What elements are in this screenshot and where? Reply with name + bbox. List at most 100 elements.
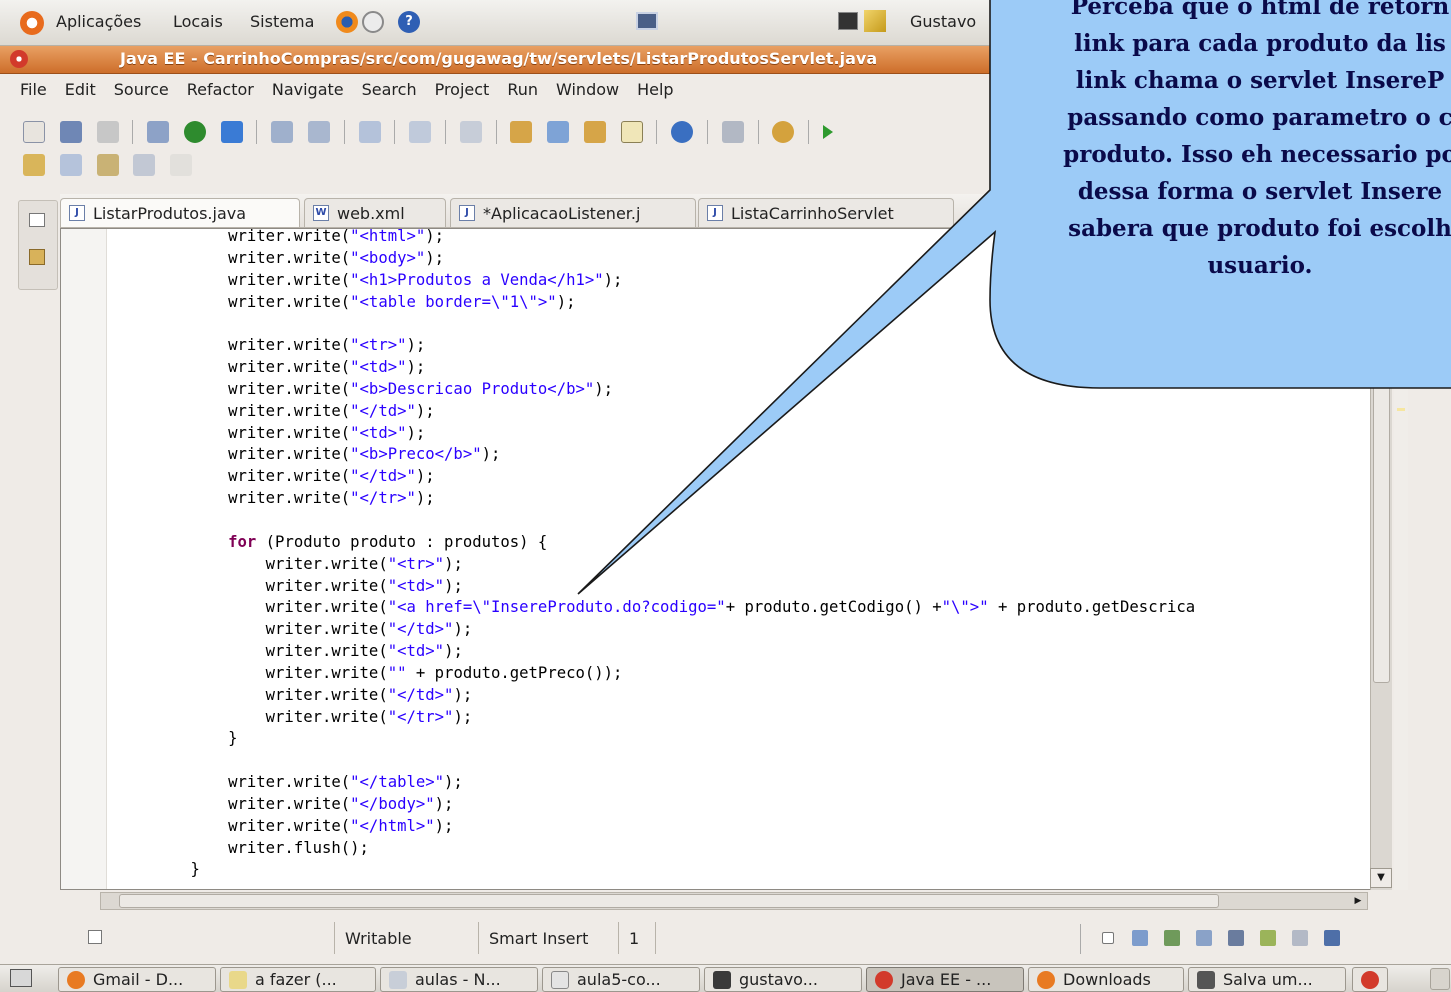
mark-occurrences-icon[interactable] <box>620 121 643 143</box>
restore-icon[interactable] <box>1102 932 1114 944</box>
restore-icon[interactable] <box>29 213 45 227</box>
code-line[interactable]: writer.write("</td>"); <box>153 401 1391 423</box>
menu-aplicacoes[interactable]: Aplicações <box>56 12 141 31</box>
code-line[interactable]: writer.write("<table border=\"1\">"); <box>153 292 1391 314</box>
console-view-icon[interactable] <box>1196 930 1212 946</box>
code-line[interactable] <box>153 313 1391 335</box>
last-edit-icon[interactable] <box>96 154 119 176</box>
package-explorer-icon[interactable] <box>29 249 45 265</box>
new-class-icon[interactable] <box>308 121 331 143</box>
menu-source[interactable]: Source <box>114 80 169 99</box>
play-icon[interactable] <box>822 125 833 139</box>
deploy-icon[interactable] <box>459 121 482 143</box>
server-icon[interactable] <box>409 121 432 143</box>
code-line[interactable]: for (Produto produto : produtos) { <box>153 532 1391 554</box>
menu-edit[interactable]: Edit <box>65 80 96 99</box>
code-line[interactable]: writer.write("</table>"); <box>153 772 1391 794</box>
code-line[interactable]: } <box>153 859 1391 881</box>
menu-refactor[interactable]: Refactor <box>187 80 254 99</box>
mail-icon[interactable] <box>362 11 384 33</box>
user-name[interactable]: Gustavo <box>910 12 976 31</box>
code-line[interactable]: writer.write("</html>"); <box>153 816 1391 838</box>
new-package-icon[interactable] <box>271 121 294 143</box>
open-type-icon[interactable] <box>358 121 381 143</box>
code-line[interactable]: writer.write("" + produto.getPreco()); <box>153 663 1391 685</box>
firefox-icon[interactable] <box>336 11 358 33</box>
code-line[interactable]: writer.write("</td>"); <box>153 466 1391 488</box>
task-java-ee[interactable]: Java EE - ... <box>866 967 1024 992</box>
menu-locais[interactable]: Locais <box>173 12 223 31</box>
code-line[interactable]: writer.write("<a href=\"InsereProduto.do… <box>153 597 1391 619</box>
properties-view-icon[interactable] <box>1292 930 1308 946</box>
network-icon[interactable] <box>636 12 658 30</box>
outline-view-icon[interactable] <box>1324 930 1340 946</box>
run-external-icon[interactable] <box>220 121 243 143</box>
overview-marker[interactable] <box>1397 408 1405 411</box>
code-line[interactable]: writer.write("</tr>"); <box>153 488 1391 510</box>
trash-icon[interactable] <box>1430 968 1450 990</box>
code-line[interactable]: writer.write("<td>"); <box>153 423 1391 445</box>
code-text[interactable]: writer.write("<html>"); writer.write("<b… <box>153 229 1391 881</box>
code-line[interactable]: writer.flush(); <box>153 838 1391 860</box>
task-gustavo-terminal[interactable]: gustavo... <box>704 967 862 992</box>
bug-icon[interactable] <box>772 121 795 143</box>
show-desktop-icon[interactable] <box>10 969 32 987</box>
code-line[interactable]: writer.write("<tr>"); <box>153 554 1391 576</box>
vertical-scroll-thumb[interactable] <box>1373 378 1390 683</box>
next-annotation-icon[interactable] <box>23 154 45 176</box>
debug-icon[interactable] <box>147 121 170 143</box>
code-line[interactable]: writer.write("<b>Descricao Produto</b>")… <box>153 379 1391 401</box>
forward-icon[interactable] <box>170 154 193 176</box>
menu-search[interactable]: Search <box>362 80 417 99</box>
menu-sistema[interactable]: Sistema <box>250 12 314 31</box>
folder-icon[interactable] <box>583 121 606 143</box>
menu-file[interactable]: File <box>20 80 47 99</box>
back-icon[interactable] <box>133 154 156 176</box>
menu-help[interactable]: Help <box>637 80 673 99</box>
problems-view-icon[interactable] <box>1164 930 1180 946</box>
task-a-fazer[interactable]: a fazer (... <box>220 967 376 992</box>
terminal-icon[interactable] <box>838 12 858 30</box>
window-app-icon[interactable] <box>10 50 28 68</box>
hierarchy-view-icon[interactable] <box>1228 930 1244 946</box>
pencil-icon[interactable] <box>547 121 570 143</box>
open-folder-icon[interactable] <box>510 121 533 143</box>
previous-annotation-icon[interactable] <box>59 154 82 176</box>
run-icon[interactable] <box>183 121 206 143</box>
code-line[interactable]: writer.write("</tr>"); <box>153 707 1391 729</box>
code-line[interactable]: writer.write("<td>"); <box>153 576 1391 598</box>
scroll-right-arrow-icon[interactable]: ▶ <box>1351 894 1365 908</box>
ubuntu-logo-icon[interactable] <box>20 11 44 35</box>
task-list-icon[interactable] <box>721 121 744 143</box>
code-line[interactable]: writer.write("</td>"); <box>153 685 1391 707</box>
snippets-view-icon[interactable] <box>1260 930 1276 946</box>
horizontal-scroll-thumb[interactable] <box>119 894 1219 908</box>
code-line[interactable]: writer.write("</body>"); <box>153 794 1391 816</box>
tab-lista-carrinho-servlet[interactable]: J ListaCarrinhoServlet <box>698 198 954 227</box>
code-line[interactable]: } <box>153 728 1391 750</box>
code-line[interactable]: writer.write("</td>"); <box>153 619 1391 641</box>
menu-navigate[interactable]: Navigate <box>272 80 344 99</box>
task-aula5[interactable]: aula5-co... <box>542 967 700 992</box>
tab-web-xml[interactable]: W web.xml <box>304 198 446 227</box>
code-line[interactable]: writer.write("<b>Preco</b>"); <box>153 444 1391 466</box>
task-aulas[interactable]: aulas - N... <box>380 967 538 992</box>
tab-aplicacao-listener[interactable]: J *AplicacaoListener.j <box>450 198 696 227</box>
window-titlebar[interactable]: Java EE - CarrinhoCompras/src/com/gugawa… <box>0 46 1000 74</box>
print-icon[interactable] <box>96 121 119 143</box>
help-icon[interactable]: ? <box>398 11 420 33</box>
save-icon[interactable] <box>59 121 82 143</box>
task-salva-um[interactable]: Salva um... <box>1188 967 1346 992</box>
menu-window[interactable]: Window <box>556 80 619 99</box>
horizontal-scrollbar[interactable]: ▶ <box>100 892 1368 910</box>
scroll-down-arrow-icon[interactable]: ▼ <box>1370 868 1392 888</box>
tab-listar-produtos[interactable]: J ListarProdutos.java <box>60 198 300 227</box>
code-line[interactable]: writer.write("<tr>"); <box>153 335 1391 357</box>
task-downloads[interactable]: Downloads <box>1028 967 1184 992</box>
menu-project[interactable]: Project <box>435 80 490 99</box>
fast-view-icon[interactable] <box>88 930 102 944</box>
code-line[interactable] <box>153 750 1391 772</box>
code-line[interactable] <box>153 510 1391 532</box>
task-gmail[interactable]: Gmail - D... <box>58 967 216 992</box>
menu-run[interactable]: Run <box>507 80 538 99</box>
